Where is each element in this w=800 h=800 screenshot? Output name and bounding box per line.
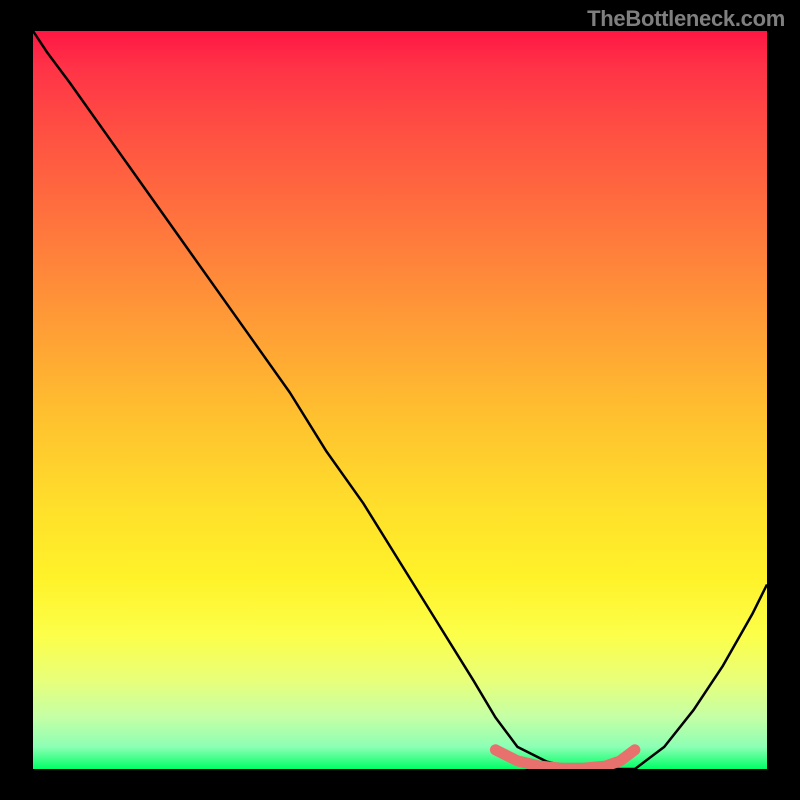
- bottleneck-curve: [33, 31, 767, 769]
- curve-overlay: [33, 31, 767, 769]
- plot-area: [33, 31, 767, 769]
- optimum-highlight: [495, 750, 634, 768]
- watermark-text: TheBottleneck.com: [587, 6, 785, 32]
- outer-frame: TheBottleneck.com: [0, 0, 800, 800]
